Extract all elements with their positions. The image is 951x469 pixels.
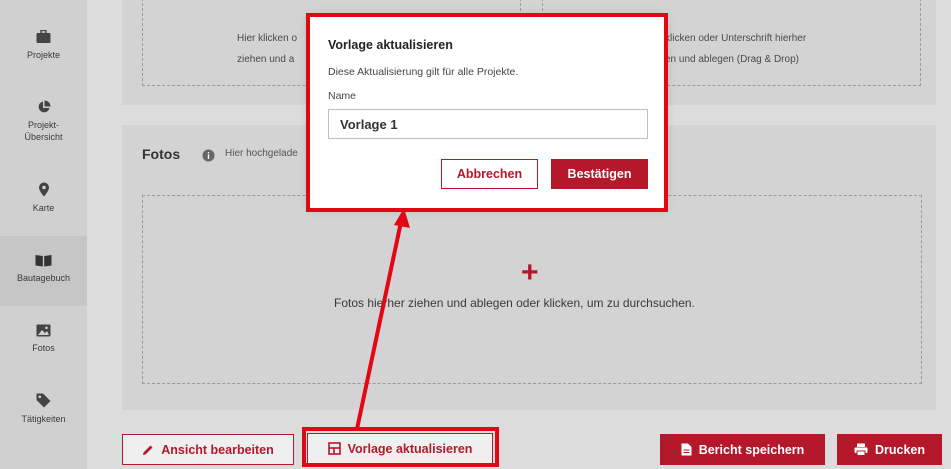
sidebar-item-label: Bautagebuch bbox=[16, 273, 71, 283]
print-button[interactable]: Drucken bbox=[837, 434, 942, 465]
fotos-title: Fotos bbox=[142, 146, 181, 162]
edit-view-label: Ansicht bearbeiten bbox=[161, 442, 274, 457]
signature-hint-left: Hier klicken o ziehen und a bbox=[237, 33, 298, 65]
highlight-box-dialog bbox=[306, 13, 668, 212]
printer-icon bbox=[854, 443, 868, 456]
pie-chart-icon bbox=[38, 100, 50, 113]
sidebar-item-label: Karte bbox=[32, 203, 55, 213]
signature-hint-right: klicken oder Unterschrift hierher en und… bbox=[665, 33, 807, 65]
sidebar-item-label: Projekte bbox=[26, 50, 61, 60]
fotos-drop-zone[interactable] bbox=[142, 195, 922, 384]
save-report-label: Bericht speichern bbox=[698, 442, 805, 457]
sidebar-item-projekte[interactable]: Projekte bbox=[0, 30, 87, 61]
save-report-button[interactable]: Bericht speichern bbox=[660, 434, 825, 465]
sidebar-item-label: Übersicht bbox=[24, 132, 63, 142]
pencil-icon bbox=[143, 445, 153, 455]
fotos-hint: Hier hochgelade bbox=[225, 148, 298, 159]
print-label: Drucken bbox=[874, 442, 926, 457]
highlight-box-bottom bbox=[302, 427, 499, 467]
edit-view-button[interactable]: Ansicht bearbeiten bbox=[122, 434, 294, 465]
sidebar-item-label: Tätigkeiten bbox=[21, 414, 66, 424]
sidebar-item-bautagebuch[interactable]: Bautagebuch bbox=[0, 236, 87, 306]
tag-icon bbox=[36, 393, 51, 408]
sidebar-item-label: Projekt- bbox=[27, 120, 59, 130]
sidebar-item-karte[interactable]: Karte bbox=[0, 182, 87, 214]
sidebar-item-label: Fotos bbox=[32, 343, 55, 353]
sidebar-item-taetigkeiten[interactable]: Tätigkeiten bbox=[0, 393, 87, 425]
info-icon bbox=[202, 149, 215, 162]
sidebar: Projekte Projekt- Übersicht Karte Bautag… bbox=[0, 0, 87, 469]
briefcase-icon bbox=[36, 30, 51, 43]
map-pin-icon bbox=[38, 182, 49, 197]
sidebar-item-projekt-uebersicht[interactable]: Projekt- Übersicht bbox=[0, 100, 87, 143]
book-icon bbox=[35, 255, 52, 267]
document-icon bbox=[681, 443, 692, 456]
sidebar-item-fotos[interactable]: Fotos bbox=[0, 324, 87, 354]
image-icon bbox=[36, 324, 51, 337]
fotos-drop-text: Fotos hierher ziehen und ablegen oder kl… bbox=[334, 296, 695, 310]
add-photo-icon[interactable]: + bbox=[521, 258, 539, 288]
